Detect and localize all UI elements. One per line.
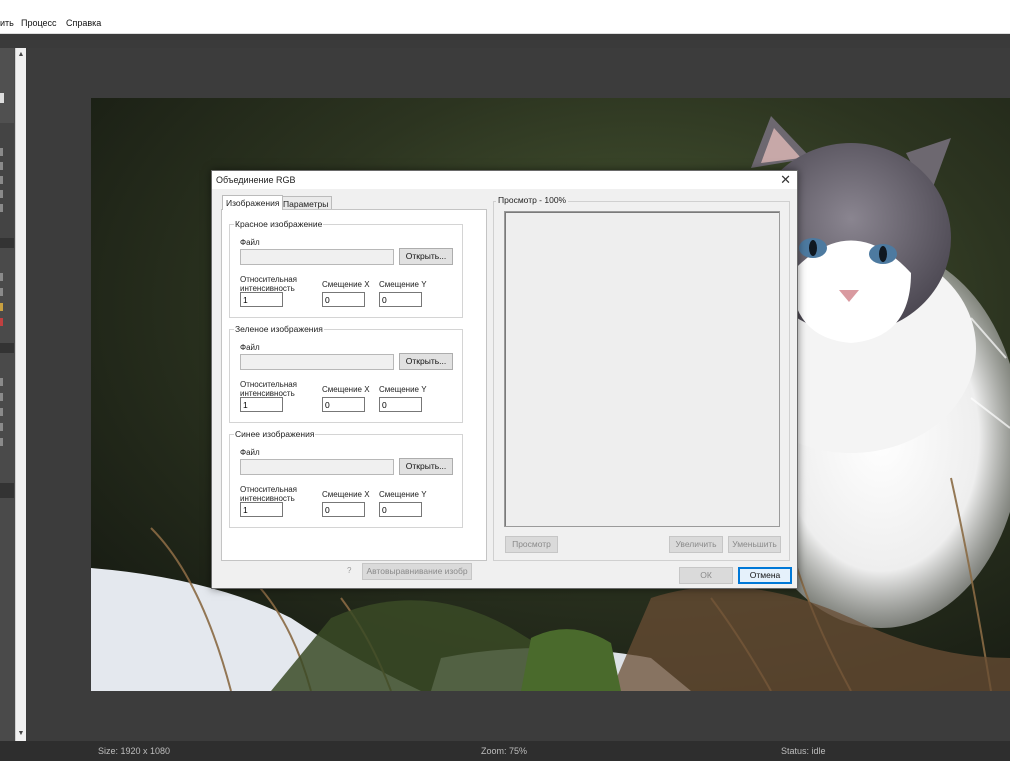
shift-x-label: Смещение X xyxy=(322,385,370,394)
images-tab-panel: Красное изображение Файл Открыть... Отно… xyxy=(221,209,487,580)
tab-parameters[interactable]: Параметры xyxy=(279,196,333,210)
red-file-field[interactable] xyxy=(240,249,394,265)
intensity-label: Относительная интенсивность xyxy=(240,275,298,293)
tool-icon[interactable] xyxy=(0,438,3,446)
blue-file-field[interactable] xyxy=(240,459,394,475)
panel-divider xyxy=(0,343,14,353)
intensity-label: Относительная интенсивность xyxy=(240,380,298,398)
scroll-down-icon[interactable]: ▼ xyxy=(16,728,26,740)
intensity-label: Относительная интенсивность xyxy=(240,485,298,503)
group-title: Красное изображение xyxy=(234,219,324,229)
tool-icon[interactable] xyxy=(0,408,3,416)
preview-area xyxy=(504,211,780,527)
file-label: Файл xyxy=(240,238,260,247)
green-open-button[interactable]: Открыть... xyxy=(399,353,453,370)
menu-bar: ить Процесс Справка xyxy=(0,0,1010,34)
tool-icon[interactable] xyxy=(0,162,3,170)
tool-icon[interactable] xyxy=(0,204,3,212)
tool-icon[interactable] xyxy=(0,393,3,401)
dialog-titlebar[interactable]: Объединение RGB ✕ xyxy=(212,171,797,189)
panel-divider xyxy=(0,483,14,498)
tab-images[interactable]: Изображения xyxy=(222,195,284,210)
tool-icon[interactable] xyxy=(0,148,3,156)
help-icon[interactable]: ? xyxy=(347,566,355,576)
blue-shift-y-input[interactable] xyxy=(379,502,422,517)
tool-icon[interactable] xyxy=(0,423,3,431)
menu-help[interactable]: Справка xyxy=(66,18,101,28)
tool-icon[interactable] xyxy=(0,273,3,281)
blue-image-group: Синее изображения Файл Открыть... Относи… xyxy=(229,429,463,528)
shift-y-label: Смещение Y xyxy=(379,280,427,289)
menu-edit[interactable]: ить xyxy=(0,18,14,28)
dialog-title: Объединение RGB xyxy=(216,175,296,185)
shift-y-label: Смещение Y xyxy=(379,385,427,394)
panel-divider xyxy=(0,238,14,248)
vertical-scrollbar[interactable]: ▲ ▼ xyxy=(15,48,26,741)
preview-button[interactable]: Просмотр xyxy=(505,536,558,553)
shift-y-label: Смещение Y xyxy=(379,490,427,499)
green-intensity-input[interactable] xyxy=(240,397,283,412)
cancel-button[interactable]: Отмена xyxy=(738,567,792,584)
close-icon[interactable]: ✕ xyxy=(780,172,791,187)
zoom-out-button[interactable]: Уменьшить xyxy=(728,536,781,553)
red-intensity-input[interactable] xyxy=(240,292,283,307)
status-bar: Size: 1920 x 1080 Zoom: 75% Status: idle xyxy=(0,741,1010,761)
tool-icon[interactable] xyxy=(0,176,3,184)
red-shift-x-input[interactable] xyxy=(322,292,365,307)
green-shift-y-input[interactable] xyxy=(379,397,422,412)
tool-icon[interactable] xyxy=(0,288,3,296)
blue-shift-x-input[interactable] xyxy=(322,502,365,517)
tool-icon[interactable] xyxy=(0,378,3,386)
tool-group xyxy=(0,48,14,123)
green-image-group: Зеленое изображения Файл Открыть... Отно… xyxy=(229,324,463,423)
tool-icon[interactable] xyxy=(0,93,4,103)
group-title: Синее изображения xyxy=(234,429,316,439)
image-size: Size: 1920 x 1080 xyxy=(98,746,171,756)
red-image-group: Красное изображение Файл Открыть... Отно… xyxy=(229,219,463,318)
zoom-in-button[interactable]: Увеличить xyxy=(669,536,723,553)
rgb-merge-dialog: Объединение RGB ✕ Изображения Параметры … xyxy=(211,170,798,589)
red-open-button[interactable]: Открыть... xyxy=(399,248,453,265)
ok-button[interactable]: ОК xyxy=(679,567,733,584)
status-text: Status: idle xyxy=(781,746,826,756)
tool-icon[interactable] xyxy=(0,318,3,326)
file-label: Файл xyxy=(240,448,260,457)
blue-open-button[interactable]: Открыть... xyxy=(399,458,453,475)
menu-process[interactable]: Процесс xyxy=(21,18,57,28)
auto-align-button[interactable]: Автовыравнивание изобр xyxy=(362,563,472,580)
tool-icon[interactable] xyxy=(0,303,3,311)
zoom-level: Zoom: 75% xyxy=(481,746,528,756)
red-shift-y-input[interactable] xyxy=(379,292,422,307)
scroll-up-icon[interactable]: ▲ xyxy=(16,49,26,61)
preview-title: Просмотр - 100% xyxy=(496,195,569,205)
tool-icon[interactable] xyxy=(0,190,3,198)
shift-x-label: Смещение X xyxy=(322,490,370,499)
group-title: Зеленое изображения xyxy=(234,324,324,334)
green-shift-x-input[interactable] xyxy=(322,397,365,412)
shift-x-label: Смещение X xyxy=(322,280,370,289)
green-file-field[interactable] xyxy=(240,354,394,370)
blue-intensity-input[interactable] xyxy=(240,502,283,517)
file-label: Файл xyxy=(240,343,260,352)
